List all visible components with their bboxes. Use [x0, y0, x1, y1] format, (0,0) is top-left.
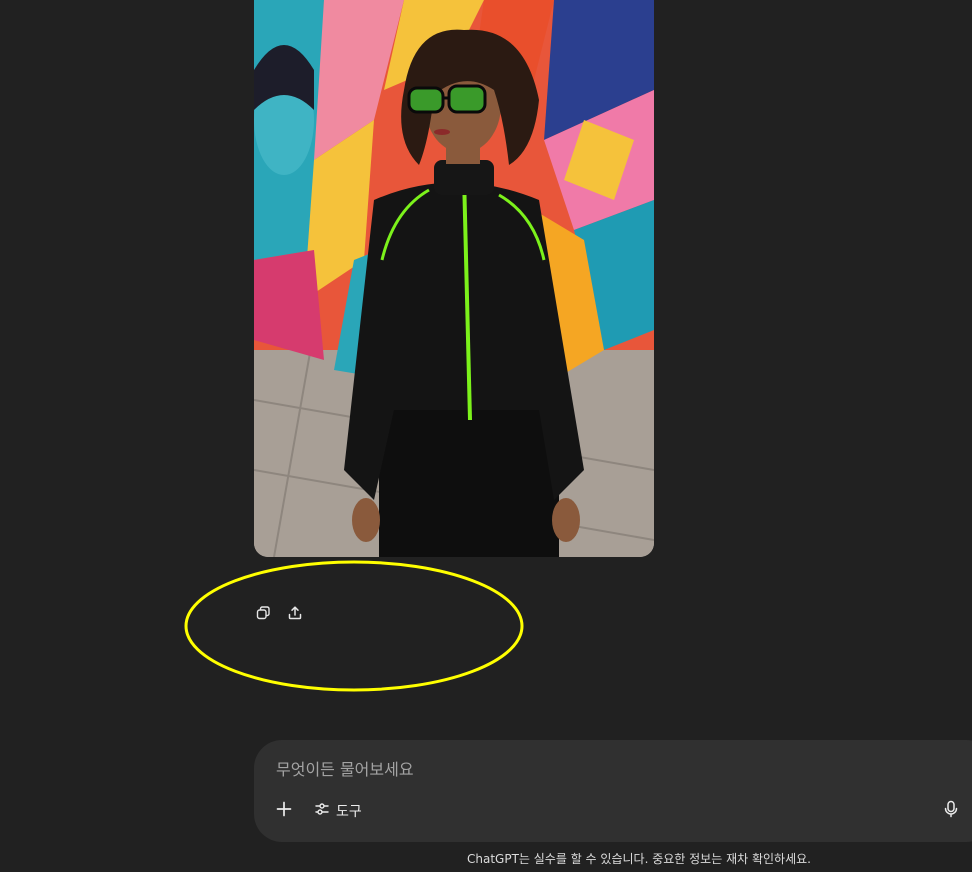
microphone-icon	[943, 800, 959, 822]
share-icon	[287, 605, 303, 621]
disclaimer-text: ChatGPT는 실수를 할 수 있습니다. 중요한 정보는 재차 확인하세요.	[467, 852, 811, 866]
tools-button[interactable]: 도구	[310, 798, 366, 824]
share-button[interactable]	[282, 600, 308, 626]
message-actions	[250, 600, 308, 626]
prompt-input[interactable]	[274, 756, 918, 782]
tools-sliders-icon	[314, 801, 330, 821]
composer: 도구	[254, 740, 972, 842]
copy-icon	[255, 605, 271, 621]
tools-label: 도구	[336, 804, 362, 820]
generated-image[interactable]	[254, 0, 654, 557]
plus-icon	[275, 800, 293, 822]
add-attachment-button[interactable]	[271, 798, 297, 824]
fashion-photo	[254, 0, 654, 557]
copy-button[interactable]	[250, 600, 276, 626]
highlight-ellipse	[184, 560, 524, 692]
chat-page: 도구 ChatGPT는 실수를 할 수 있습니다. 중요한 정보는 재차 확인하…	[0, 0, 972, 872]
voice-input-button[interactable]	[938, 798, 964, 824]
